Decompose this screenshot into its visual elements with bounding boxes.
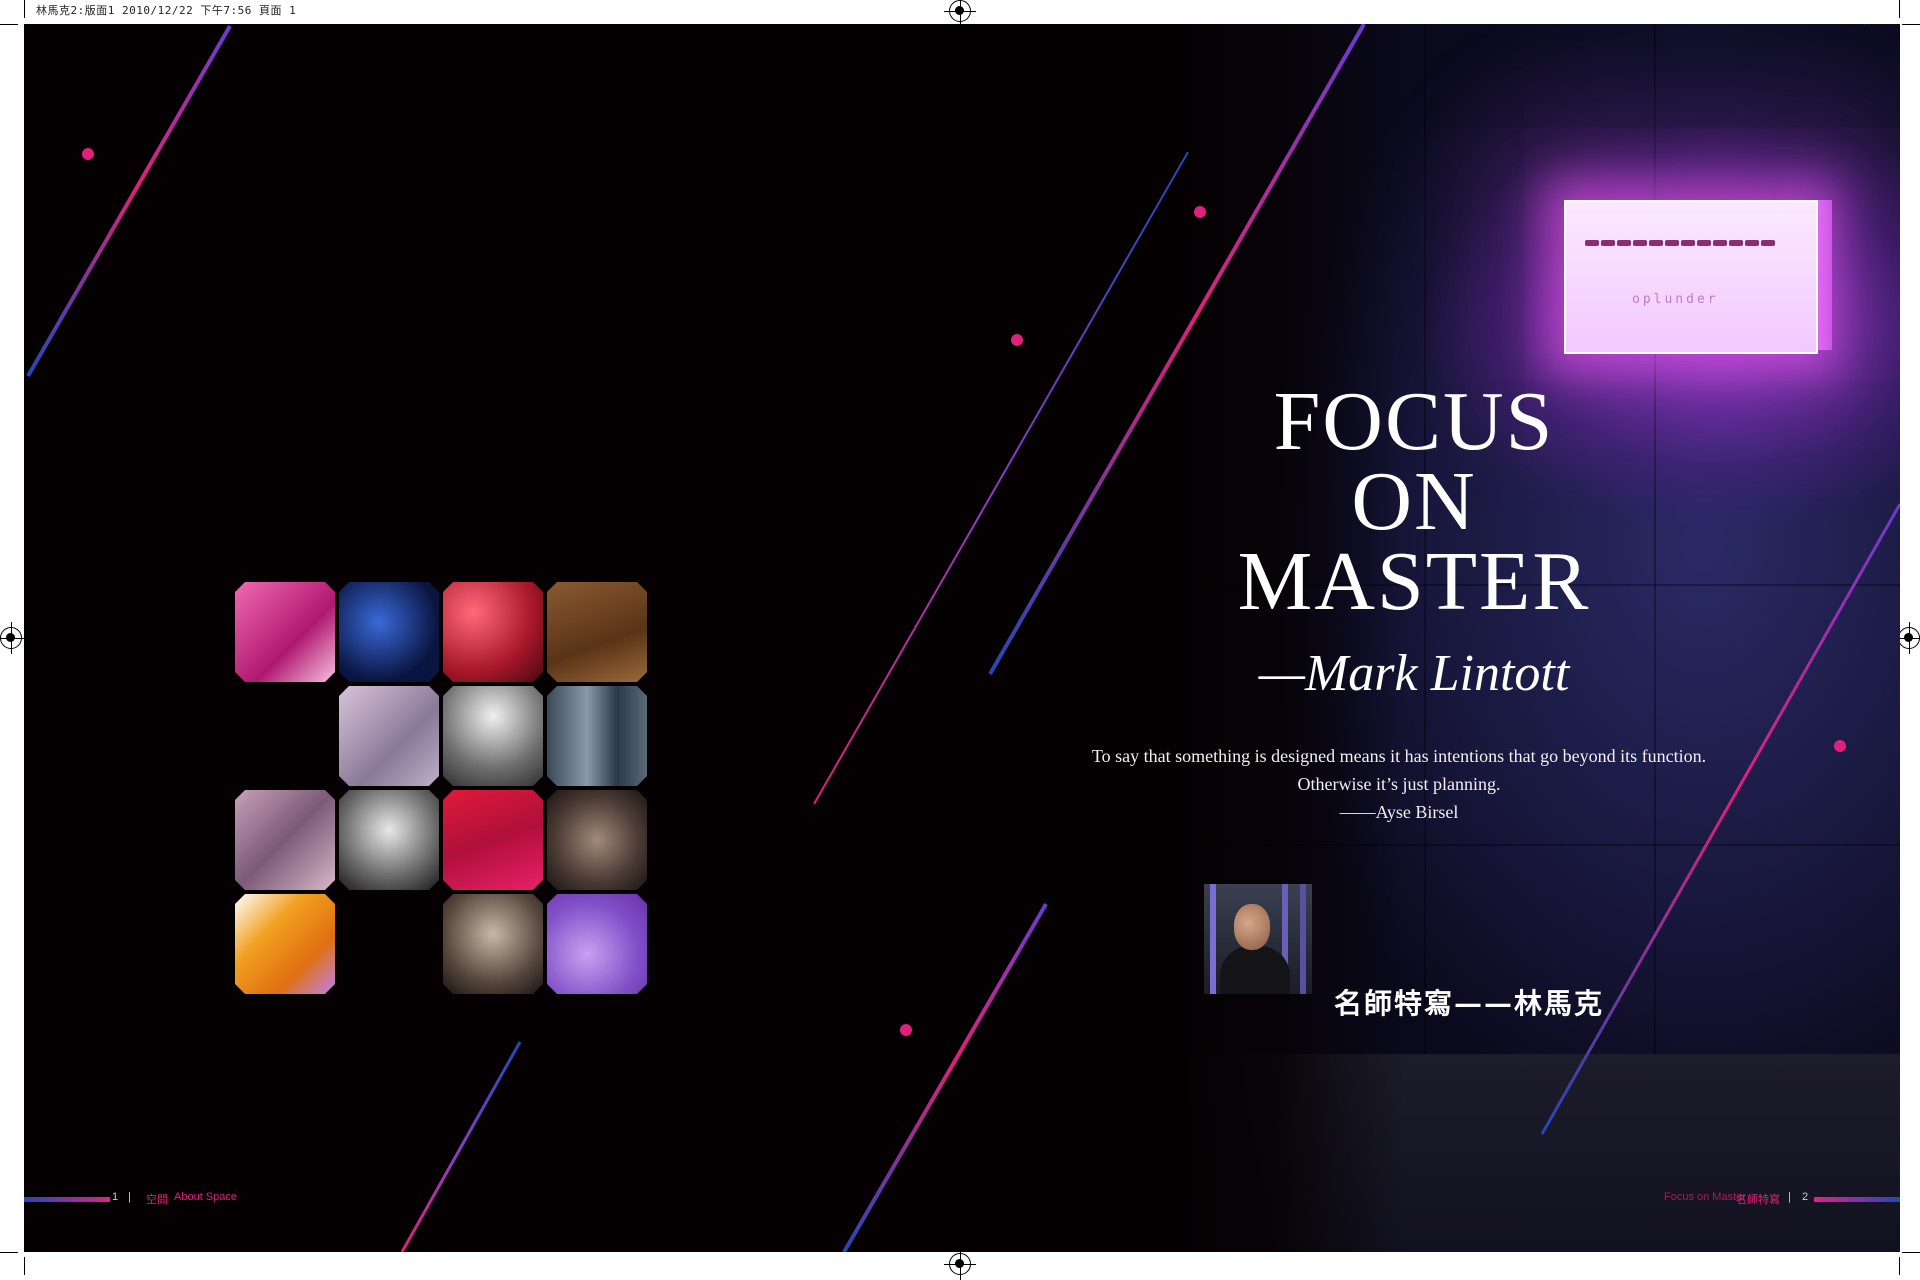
crop-mark bbox=[1902, 1252, 1920, 1253]
page-number-left: 1 bbox=[112, 1191, 119, 1203]
page-number-right: 2 bbox=[1802, 1191, 1809, 1203]
mosaic-tile-portrait-bw bbox=[339, 790, 439, 890]
accent-dot bbox=[900, 1024, 912, 1036]
mosaic-tile-bar bbox=[547, 790, 647, 890]
footer-magazine-right: Focus on Master bbox=[1664, 1191, 1746, 1203]
mosaic-tile-chandelier bbox=[443, 686, 543, 786]
designer-portrait bbox=[1204, 884, 1312, 994]
pull-quote: To say that something is designed means … bbox=[1054, 742, 1744, 826]
mosaic-tile-orange-glass bbox=[235, 894, 335, 994]
footer-divider: | bbox=[1788, 1191, 1791, 1203]
mosaic-tile-purple bbox=[547, 894, 647, 994]
crop-mark bbox=[1899, 1257, 1900, 1275]
accent-dot bbox=[1011, 334, 1023, 346]
registration-mark-bottom bbox=[944, 1248, 976, 1280]
footer-section-left: 空間 bbox=[146, 1194, 168, 1206]
designer-byline: —Mark Lintott bbox=[1258, 645, 1570, 702]
footer-bar-left bbox=[24, 1197, 110, 1202]
crop-mark bbox=[0, 24, 18, 25]
registration-mark-left bbox=[0, 622, 27, 654]
mosaic-tile-texture bbox=[339, 686, 439, 786]
mosaic-tile-dots bbox=[443, 582, 543, 682]
mosaic-tile-ceiling bbox=[235, 582, 335, 682]
accent-dot bbox=[82, 148, 94, 160]
footer-divider: | bbox=[128, 1191, 131, 1203]
diagonal-line bbox=[400, 1041, 522, 1252]
mosaic-tile-club bbox=[339, 582, 439, 682]
footer-section-right: 名師特寫 bbox=[1736, 1194, 1780, 1206]
accent-dot bbox=[1834, 740, 1846, 752]
quote-line-2: Otherwise it’s just planning. bbox=[1297, 774, 1501, 794]
crop-mark bbox=[0, 1252, 18, 1253]
magazine-spread: oplunder FOCUS ON MASTER —Mark Lintott T… bbox=[24, 24, 1900, 1252]
crop-mark bbox=[24, 0, 25, 18]
chinese-title: 名師特寫——林馬克 bbox=[1334, 987, 1605, 1020]
registration-mark-top bbox=[944, 0, 976, 27]
crop-mark bbox=[1899, 0, 1900, 18]
crop-mark bbox=[1902, 24, 1920, 25]
mosaic-tile-wood bbox=[547, 582, 647, 682]
mosaic-tile-pattern bbox=[235, 790, 335, 890]
diagonal-line bbox=[842, 902, 1048, 1252]
feature-title: FOCUS ON MASTER bbox=[1184, 375, 1644, 628]
accent-dot bbox=[1194, 206, 1206, 218]
footer-magazine-left: About Space bbox=[174, 1191, 237, 1203]
quote-attribution: ——Ayse Birsel bbox=[1339, 802, 1459, 822]
print-slug: 林馬克2:版面1 2010/12/22 下午7:56 頁面 1 bbox=[36, 4, 297, 17]
title-line-2: ON bbox=[1351, 455, 1477, 548]
title-line-3: MASTER bbox=[1237, 535, 1591, 628]
quote-line-1: To say that something is designed means … bbox=[1091, 746, 1707, 766]
title-line-1: FOCUS bbox=[1273, 375, 1555, 468]
registration-mark-right bbox=[1893, 622, 1920, 654]
diagonal-line bbox=[26, 25, 232, 377]
diagonal-line bbox=[813, 151, 1189, 805]
footer-bar-right bbox=[1814, 1197, 1900, 1202]
mosaic-tile-interior bbox=[443, 894, 543, 994]
mosaic-tile-building bbox=[547, 686, 647, 786]
crop-mark bbox=[24, 1257, 25, 1275]
mosaic-tile-red bbox=[443, 790, 543, 890]
